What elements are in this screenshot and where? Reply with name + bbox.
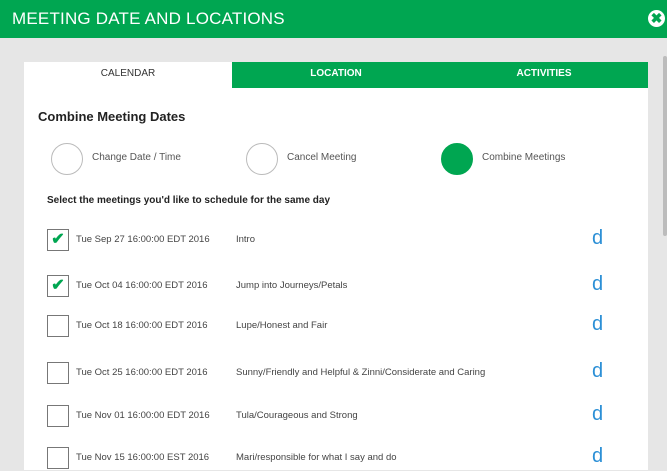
meeting-row: ✔ Tue Sep 27 16:00:00 EDT 2016 Intro d [47,227,627,253]
meeting-date: Tue Oct 04 16:00:00 EDT 2016 [76,280,208,291]
delete-icon[interactable]: d [592,403,603,426]
meeting-row: Tue Nov 15 16:00:00 EST 2016 Mari/respon… [47,445,627,471]
radio-circle-icon[interactable] [246,143,278,175]
meeting-checkbox[interactable] [47,447,69,469]
meeting-checkbox[interactable] [47,405,69,427]
meeting-date: Tue Nov 15 16:00:00 EST 2016 [76,452,210,463]
radio-circle-selected-icon[interactable] [441,143,473,175]
delete-icon[interactable]: d [592,227,603,250]
meeting-row: ✔ Tue Oct 04 16:00:00 EDT 2016 Jump into… [47,273,627,299]
meeting-checkbox[interactable] [47,315,69,337]
delete-icon[interactable]: d [592,360,603,383]
tab-location[interactable]: LOCATION [232,62,440,86]
meeting-title: Sunny/Friendly and Helpful & Zinni/Consi… [236,367,486,378]
option-label: Change Date / Time [92,152,181,163]
delete-icon[interactable]: d [592,445,603,468]
modal-header: MEETING DATE AND LOCATIONS ✖ [0,0,667,38]
meeting-title: Intro [236,234,256,245]
meeting-date: Tue Oct 25 16:00:00 EDT 2016 [76,367,208,378]
scrollbar[interactable] [663,56,667,236]
meeting-title: Jump into Journeys/Petals [236,280,348,291]
modal-title: MEETING DATE AND LOCATIONS [12,9,285,28]
meeting-row: Tue Oct 18 16:00:00 EDT 2016 Lupe/Honest… [47,313,627,339]
radio-circle-icon[interactable] [51,143,83,175]
close-icon[interactable]: ✖ [648,10,665,27]
option-label: Cancel Meeting [287,152,357,163]
delete-icon[interactable]: d [592,313,603,336]
meeting-checkbox[interactable]: ✔ [47,229,69,251]
meeting-date: Tue Nov 01 16:00:00 EDT 2016 [76,410,210,421]
meeting-row: Tue Oct 25 16:00:00 EDT 2016 Sunny/Frien… [47,360,627,386]
tab-activities[interactable]: ACTIVITIES [440,62,648,86]
meeting-title: Lupe/Honest and Fair [236,320,328,331]
meeting-title: Tula/Courageous and Strong [236,410,358,421]
tab-underline [232,86,648,88]
tab-calendar[interactable]: CALENDAR [24,62,232,86]
meeting-date: Tue Sep 27 16:00:00 EDT 2016 [76,234,210,245]
meeting-checkbox[interactable] [47,362,69,384]
instructions-text: Select the meetings you'd like to schedu… [47,195,331,206]
meeting-row: Tue Nov 01 16:00:00 EDT 2016 Tula/Courag… [47,403,627,429]
option-label: Combine Meetings [482,152,566,163]
meeting-checkbox[interactable]: ✔ [47,275,69,297]
meeting-date: Tue Oct 18 16:00:00 EDT 2016 [76,320,208,331]
section-title: Combine Meeting Dates [38,109,186,124]
meeting-title: Mari/responsible for what I say and do [236,452,397,463]
meeting-panel: CALENDAR LOCATION ACTIVITIES Combine Mee… [24,62,648,470]
tab-bar: CALENDAR LOCATION ACTIVITIES [24,62,648,86]
delete-icon[interactable]: d [592,273,603,296]
